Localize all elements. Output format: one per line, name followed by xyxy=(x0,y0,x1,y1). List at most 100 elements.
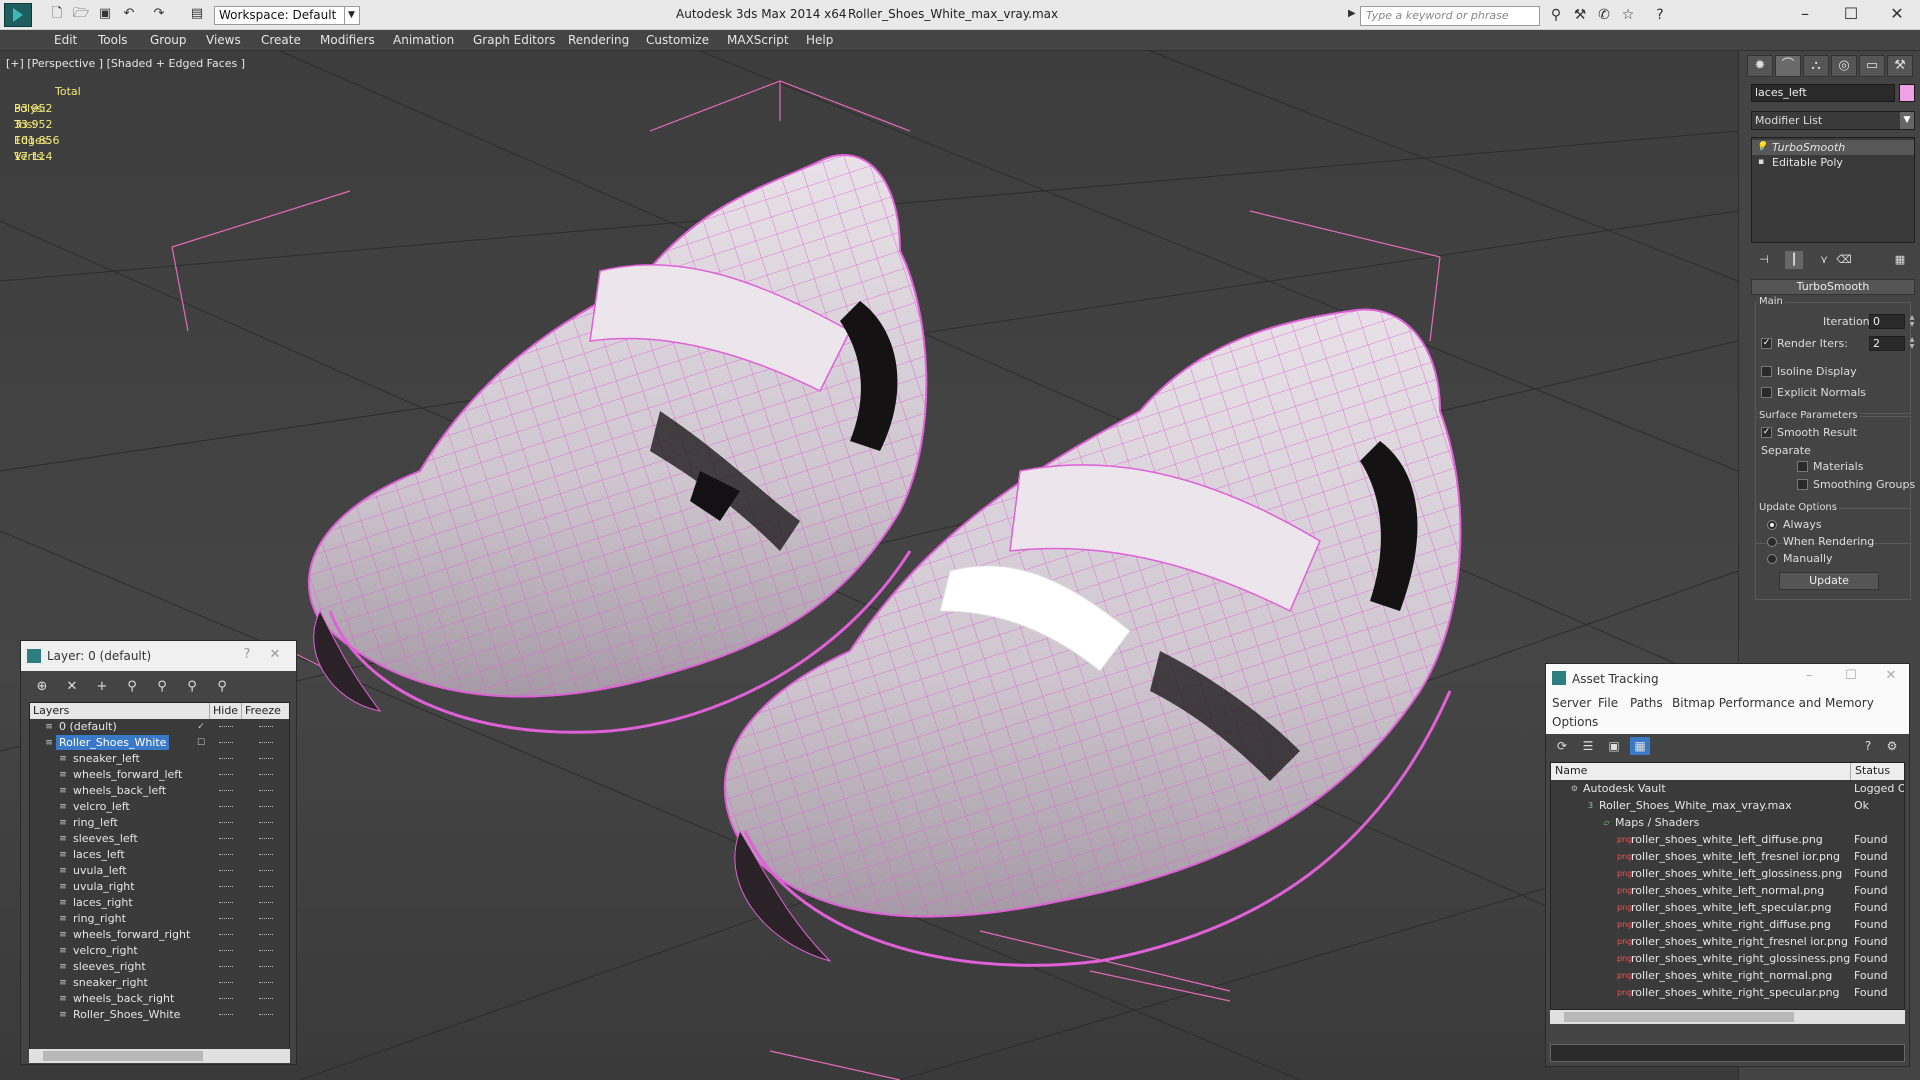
freeze-toggle[interactable] xyxy=(259,822,273,824)
hide-toggle[interactable] xyxy=(219,822,233,824)
smoothing-groups-checkbox[interactable] xyxy=(1797,479,1808,490)
menu-file[interactable]: File xyxy=(1598,696,1618,710)
explicit-normals-checkbox[interactable] xyxy=(1761,387,1772,398)
object-color-swatch[interactable] xyxy=(1899,84,1915,102)
layer-row[interactable]: ≡ Roller_Shoes_White ☐ xyxy=(30,735,289,751)
modifier-stack[interactable]: 💡 TurboSmooth ▪ Editable Poly xyxy=(1751,137,1915,243)
show-end-result-icon[interactable]: ┃ xyxy=(1785,251,1803,269)
column-hide[interactable]: Hide xyxy=(210,703,242,719)
asset-row[interactable]: png roller_shoes_white_right_fresnel ior.… xyxy=(1551,933,1904,950)
freeze-toggle[interactable] xyxy=(259,806,273,808)
minimize-button[interactable]: – xyxy=(1794,668,1824,688)
freeze-all-icon[interactable]: ⚲ xyxy=(211,677,233,697)
freeze-toggle[interactable] xyxy=(259,934,273,936)
freeze-toggle[interactable] xyxy=(259,854,273,856)
list-view-icon[interactable]: ☰ xyxy=(1578,737,1598,755)
menu-bitmap-performance[interactable]: Bitmap Performance and Memory xyxy=(1672,696,1874,710)
save-file-icon[interactable]: ▣ xyxy=(96,6,114,22)
update-button[interactable]: Update xyxy=(1779,572,1879,590)
menu-views[interactable]: Views xyxy=(206,33,241,47)
layer-row[interactable]: ≡ 0 (default) ✓ xyxy=(30,719,289,735)
menu-create[interactable]: Create xyxy=(261,33,301,47)
layer-row[interactable]: ≡ sneaker_right xyxy=(30,975,289,991)
render-iters-spinner[interactable]: 2 xyxy=(1869,336,1905,351)
settings-icon[interactable]: ⚙ xyxy=(1882,737,1902,755)
hide-toggle[interactable] xyxy=(219,790,233,792)
hide-all-icon[interactable]: ⚲ xyxy=(181,677,203,697)
horizontal-scrollbar[interactable] xyxy=(1550,1010,1905,1024)
chevron-down-icon[interactable]: ▼ xyxy=(1900,112,1914,129)
spinner-arrows-icon[interactable]: ▲ ▼ xyxy=(1907,336,1917,351)
layer-row[interactable]: ≡ sneaker_left xyxy=(30,751,289,767)
asset-table[interactable]: Name Status ⚙ Autodesk Vault Logged Out 3 Ro… xyxy=(1550,762,1905,1010)
layer-row[interactable]: ≡ sleeves_left xyxy=(30,831,289,847)
app-logo-icon[interactable] xyxy=(4,3,32,27)
asset-row[interactable]: png roller_shoes_white_left_normal.png Fou… xyxy=(1551,882,1904,899)
menu-maxscript[interactable]: MAXScript xyxy=(727,33,789,47)
column-freeze[interactable]: Freeze xyxy=(242,703,289,719)
maximize-button[interactable]: ☐ xyxy=(1828,0,1874,30)
menu-graph-editors[interactable]: Graph Editors xyxy=(473,33,555,47)
chevron-down-icon[interactable]: ▼ xyxy=(344,6,358,25)
hide-toggle[interactable] xyxy=(219,838,233,840)
new-layer-icon[interactable]: ⊕ xyxy=(31,677,53,697)
asset-path-field[interactable] xyxy=(1550,1044,1905,1062)
freeze-toggle[interactable] xyxy=(259,742,273,744)
active-layer-check-icon[interactable]: ✓ xyxy=(196,722,206,732)
hide-toggle[interactable] xyxy=(219,774,233,776)
freeze-toggle[interactable] xyxy=(259,790,273,792)
stack-item-editable-poly[interactable]: ▪ Editable Poly xyxy=(1752,155,1914,170)
update-when-rendering-radio[interactable] xyxy=(1767,537,1777,547)
open-file-icon[interactable]: 🗁 xyxy=(72,6,90,22)
turbosmooth-rollout-header[interactable]: TurboSmooth xyxy=(1751,279,1915,295)
refresh-icon[interactable]: ⟳ xyxy=(1552,737,1572,755)
motion-tab-icon[interactable]: ◎ xyxy=(1831,55,1857,77)
workspace-dropdown[interactable]: Workspace: Default xyxy=(214,6,360,25)
freeze-toggle[interactable] xyxy=(259,918,273,920)
asset-row[interactable]: png roller_shoes_white_left_glossiness.pn… xyxy=(1551,865,1904,882)
freeze-toggle[interactable] xyxy=(259,998,273,1000)
hide-toggle[interactable] xyxy=(219,902,233,904)
hide-toggle[interactable] xyxy=(219,950,233,952)
freeze-toggle[interactable] xyxy=(259,758,273,760)
hide-toggle[interactable] xyxy=(219,998,233,1000)
asset-row[interactable]: ▱ Maps / Shaders xyxy=(1551,814,1904,831)
freeze-toggle[interactable] xyxy=(259,838,273,840)
minimize-button[interactable]: – xyxy=(1782,0,1828,30)
pin-stack-icon[interactable]: ⊣ xyxy=(1755,251,1773,269)
menu-edit[interactable]: Edit xyxy=(54,33,77,47)
freeze-toggle[interactable] xyxy=(259,1014,273,1016)
layer-row[interactable]: ≡ uvula_right xyxy=(30,879,289,895)
project-folder-icon[interactable]: ▤ xyxy=(188,6,206,22)
hide-toggle[interactable] xyxy=(219,934,233,936)
object-name-field[interactable]: laces_left xyxy=(1751,84,1895,102)
iterations-spinner[interactable]: 0 xyxy=(1869,314,1905,329)
menu-group[interactable]: Group xyxy=(150,33,187,47)
layer-window-titlebar[interactable]: Layer: 0 (default) ? ✕ xyxy=(21,641,296,671)
asset-row[interactable]: png roller_shoes_white_right_specular.png… xyxy=(1551,984,1904,1001)
new-file-icon[interactable]: 🗋 xyxy=(48,6,66,22)
expand-plus-icon[interactable]: ▪ xyxy=(1756,157,1766,167)
viewport-label[interactable]: [+] [Perspective ] [Shaded + Edged Faces… xyxy=(6,57,245,70)
menu-paths[interactable]: Paths xyxy=(1630,696,1663,710)
make-unique-icon[interactable]: ⋎ xyxy=(1815,251,1833,269)
freeze-toggle[interactable] xyxy=(259,774,273,776)
freeze-toggle[interactable] xyxy=(259,950,273,952)
layer-row[interactable]: ≡ sleeves_right xyxy=(30,959,289,975)
asset-row[interactable]: png roller_shoes_white_left_fresnel ior.p… xyxy=(1551,848,1904,865)
favorites-star-icon[interactable]: ☆ xyxy=(1618,6,1638,24)
asset-row[interactable]: ⚙ Autodesk Vault Logged Out xyxy=(1551,780,1904,797)
hide-toggle[interactable] xyxy=(219,1014,233,1016)
freeze-toggle[interactable] xyxy=(259,886,273,888)
hide-toggle[interactable] xyxy=(219,918,233,920)
update-manually-radio[interactable] xyxy=(1767,554,1777,564)
layer-row[interactable]: ≡ Roller_Shoes_White xyxy=(30,1007,289,1023)
smooth-result-checkbox[interactable]: ✓ xyxy=(1761,427,1772,438)
scrollbar-thumb[interactable] xyxy=(43,1051,203,1061)
asset-row[interactable]: png roller_shoes_white_right_diffuse.png F… xyxy=(1551,916,1904,933)
freeze-toggle[interactable] xyxy=(259,870,273,872)
freeze-toggle[interactable] xyxy=(259,966,273,968)
horizontal-scrollbar[interactable] xyxy=(29,1049,290,1063)
hide-toggle[interactable] xyxy=(219,886,233,888)
search-expand-icon[interactable]: ▶ xyxy=(1348,8,1358,24)
